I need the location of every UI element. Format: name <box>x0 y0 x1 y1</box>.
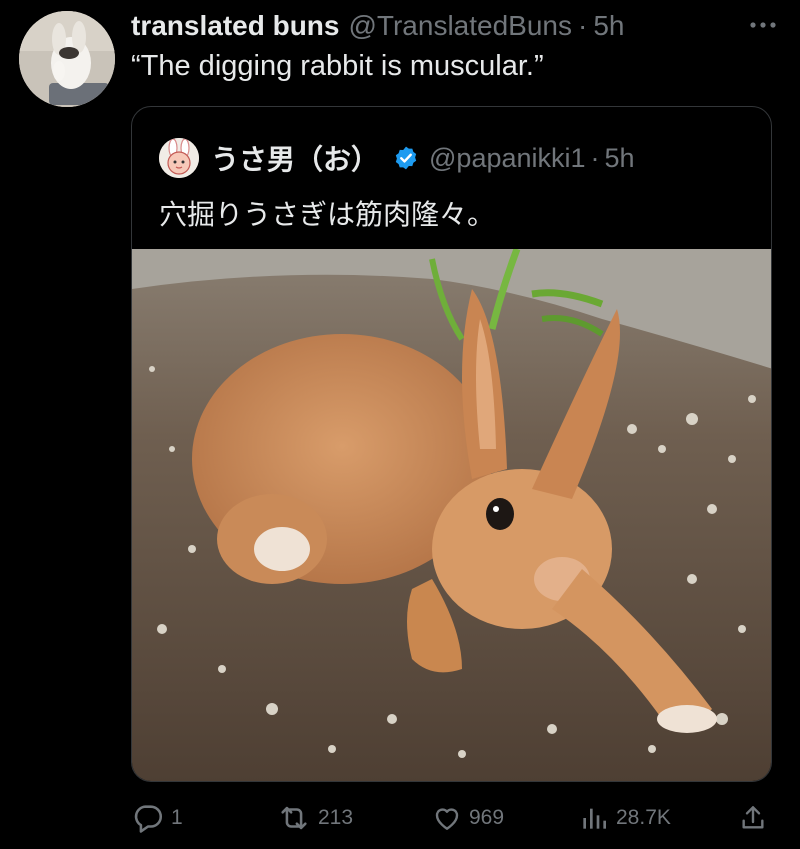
separator-dot: · <box>590 142 600 173</box>
quoted-post-text: 穴掘りうさぎは筋肉隆々。 <box>159 198 496 231</box>
reply-button[interactable]: 1 <box>131 800 183 836</box>
action-bar: 1 213 969 28.7K <box>131 800 772 836</box>
reply-icon <box>134 805 163 833</box>
bunny-character-avatar-icon <box>159 138 199 178</box>
rabbit-photo <box>132 249 771 781</box>
separator-dot: · <box>577 10 588 41</box>
share-icon <box>742 806 764 829</box>
quoted-post[interactable]: うさ男（お） @papanikki1 · 5h 穴掘りうさぎは筋肉隆々。 <box>131 106 772 782</box>
post-time[interactable]: 5h <box>593 10 624 42</box>
heart-icon <box>435 808 459 830</box>
quoted-post-image[interactable] <box>132 249 771 781</box>
quoted-author-avatar[interactable] <box>159 138 199 178</box>
like-button[interactable]: 969 <box>431 800 504 836</box>
post-text: “The digging rabbit is muscular.” <box>131 50 544 82</box>
reply-count: 1 <box>171 806 183 829</box>
repost-icon <box>281 806 307 830</box>
view-count: 28.7K <box>616 806 671 829</box>
quoted-post-header: うさ男（お） @papanikki1 · 5h <box>159 138 635 178</box>
quoted-author-handle[interactable]: @papanikki1 <box>429 143 586 174</box>
more-options-button[interactable] <box>746 10 780 40</box>
more-horizontal-icon <box>750 22 776 28</box>
author-avatar[interactable] <box>19 11 115 107</box>
share-button[interactable] <box>737 800 775 836</box>
views-button[interactable]: 28.7K <box>578 800 671 836</box>
repost-button[interactable]: 213 <box>276 800 353 836</box>
repost-count: 213 <box>318 806 354 829</box>
author-name[interactable]: translated buns <box>131 10 339 42</box>
like-count: 969 <box>469 806 505 829</box>
bunny-avatar-icon <box>19 11 115 107</box>
verified-badge-icon <box>395 146 417 170</box>
post-header: translated buns @TranslatedBuns · 5h <box>131 4 780 48</box>
quoted-post-time[interactable]: 5h <box>605 143 635 174</box>
analytics-bars-icon <box>583 808 606 829</box>
author-handle[interactable]: @TranslatedBuns <box>348 10 572 42</box>
quoted-author-name[interactable]: うさ男（お） <box>211 138 379 178</box>
